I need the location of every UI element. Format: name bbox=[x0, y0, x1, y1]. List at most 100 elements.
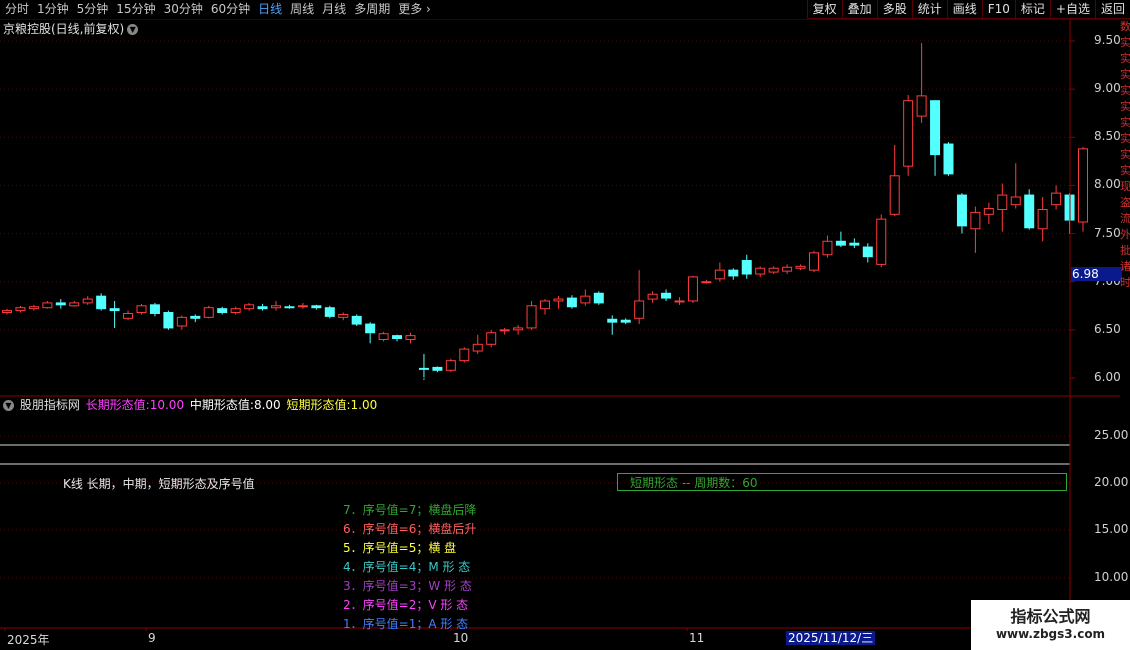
mid-value: 8.00 bbox=[253, 398, 281, 412]
candle bbox=[930, 100, 941, 176]
period-5[interactable]: 60分钟 bbox=[208, 0, 253, 19]
candle-body bbox=[580, 295, 591, 304]
candle bbox=[230, 306, 241, 315]
side-strip-char: 实 bbox=[1120, 84, 1130, 97]
price-axis-label: 9.50 bbox=[1094, 33, 1121, 47]
candle-body bbox=[741, 260, 752, 275]
long-label: 长期形态值: bbox=[85, 398, 150, 412]
candle-body bbox=[15, 307, 26, 312]
candle-body bbox=[244, 304, 255, 310]
tool-button-8[interactable]: 返回 bbox=[1094, 0, 1130, 19]
candle-body bbox=[903, 100, 914, 167]
candle bbox=[217, 306, 228, 315]
candle bbox=[123, 310, 134, 321]
tool-button-6[interactable]: 标记 bbox=[1014, 0, 1050, 19]
period-4[interactable]: 30分钟 bbox=[161, 0, 206, 19]
candle bbox=[69, 300, 80, 307]
stock-title: 京粮控股(日线,前复权) ▼ bbox=[3, 21, 139, 37]
candle-body bbox=[930, 100, 941, 156]
tool-button-0[interactable]: 复权 bbox=[806, 0, 842, 19]
period-7[interactable]: 周线 bbox=[287, 0, 317, 19]
period-6[interactable]: 日线 bbox=[255, 0, 285, 19]
legend-line: 7．序号值=7；横盘后降 bbox=[343, 503, 477, 517]
chevron-down-icon[interactable]: ▼ bbox=[127, 24, 139, 35]
side-strip-char: 实 bbox=[1120, 132, 1130, 145]
candle bbox=[916, 42, 927, 123]
candle-body bbox=[835, 240, 846, 246]
candle-body bbox=[782, 266, 793, 272]
legend-line: 3．序号值=3；W 形 态 bbox=[343, 579, 472, 593]
candle-body bbox=[687, 276, 698, 302]
candle bbox=[661, 289, 672, 301]
candle-body bbox=[728, 269, 739, 277]
period-9[interactable]: 多周期 bbox=[351, 0, 393, 19]
candle-body bbox=[1037, 209, 1048, 230]
candle bbox=[983, 202, 994, 224]
side-strip-char: 实 bbox=[1120, 148, 1130, 161]
period-2[interactable]: 5分钟 bbox=[74, 0, 112, 19]
candle-body bbox=[849, 242, 860, 246]
candle-body bbox=[257, 306, 268, 310]
period-selector: 分时 1分钟 5分钟 15分钟 30分钟 60分钟 日线 周线 月线 多周期 更多 › bbox=[2, 0, 436, 19]
candle-body bbox=[768, 267, 779, 273]
tool-button-4[interactable]: 画线 bbox=[946, 0, 982, 19]
candle-body bbox=[405, 335, 416, 340]
tool-button-7[interactable]: +自选 bbox=[1049, 0, 1095, 19]
period-0[interactable]: 分时 bbox=[2, 0, 32, 19]
candle bbox=[445, 358, 456, 373]
price-axis-label: 6.50 bbox=[1094, 321, 1121, 336]
candle bbox=[203, 305, 214, 319]
candle bbox=[956, 193, 967, 234]
candle-body bbox=[943, 143, 954, 175]
period-10[interactable]: 更多 › bbox=[395, 0, 434, 19]
tool-button-3[interactable]: 统计 bbox=[911, 0, 947, 19]
candle bbox=[392, 334, 403, 342]
period-8[interactable]: 月线 bbox=[319, 0, 349, 19]
candle-body bbox=[607, 318, 618, 323]
candle-body bbox=[620, 319, 631, 323]
legend-line: 2．序号值=2；V 形 态 bbox=[343, 598, 469, 612]
candle bbox=[1051, 185, 1062, 210]
side-strip-char: 实 bbox=[1120, 100, 1130, 113]
candle bbox=[647, 291, 658, 303]
candle bbox=[109, 300, 120, 328]
candle bbox=[593, 291, 604, 305]
candle-body bbox=[2, 310, 12, 314]
period-1[interactable]: 1分钟 bbox=[34, 0, 72, 19]
price-axis-label: 9.00 bbox=[1094, 81, 1121, 96]
candle-body bbox=[432, 366, 443, 371]
candle-body bbox=[324, 307, 335, 317]
candle-body bbox=[862, 246, 873, 258]
candle-body bbox=[136, 305, 147, 314]
candle bbox=[943, 142, 954, 176]
kline-chart[interactable] bbox=[0, 19, 1120, 631]
candle-body bbox=[755, 267, 766, 275]
tool-button-1[interactable]: 叠加 bbox=[841, 0, 877, 19]
price-axis-label: 6.00 bbox=[1094, 370, 1121, 384]
candle-body bbox=[540, 300, 550, 310]
chevron-down-icon[interactable]: ▼ bbox=[3, 400, 14, 411]
candle-body bbox=[338, 313, 349, 318]
candle bbox=[405, 332, 416, 344]
candle bbox=[82, 296, 93, 305]
candle bbox=[540, 299, 550, 315]
candle bbox=[526, 300, 537, 330]
tool-button-2[interactable]: 多股 bbox=[876, 0, 912, 19]
candle-body bbox=[42, 302, 53, 309]
candle-body bbox=[889, 175, 900, 215]
candle bbox=[889, 144, 900, 217]
side-strip-char: 批 bbox=[1120, 244, 1130, 257]
side-strip-char: 时 bbox=[1120, 276, 1130, 289]
candle bbox=[1024, 189, 1035, 230]
candle-body bbox=[445, 360, 456, 371]
indicator-header: ▼ 股朋指标网 长期形态值:10.00 中期形态值:8.00 短期形态值:1.0… bbox=[3, 398, 379, 413]
side-strip-char: 盗 bbox=[1120, 196, 1130, 209]
candle bbox=[1037, 196, 1048, 242]
tool-buttons: 复权 叠加 多股 统计 画线 F10 标记 +自选 返回 bbox=[806, 0, 1130, 19]
side-strip-char: 实 bbox=[1120, 116, 1130, 129]
candle bbox=[244, 302, 255, 311]
long-value: 10.00 bbox=[149, 398, 185, 412]
tool-button-5[interactable]: F10 bbox=[981, 0, 1015, 19]
candle bbox=[28, 304, 39, 311]
period-3[interactable]: 15分钟 bbox=[113, 0, 158, 19]
